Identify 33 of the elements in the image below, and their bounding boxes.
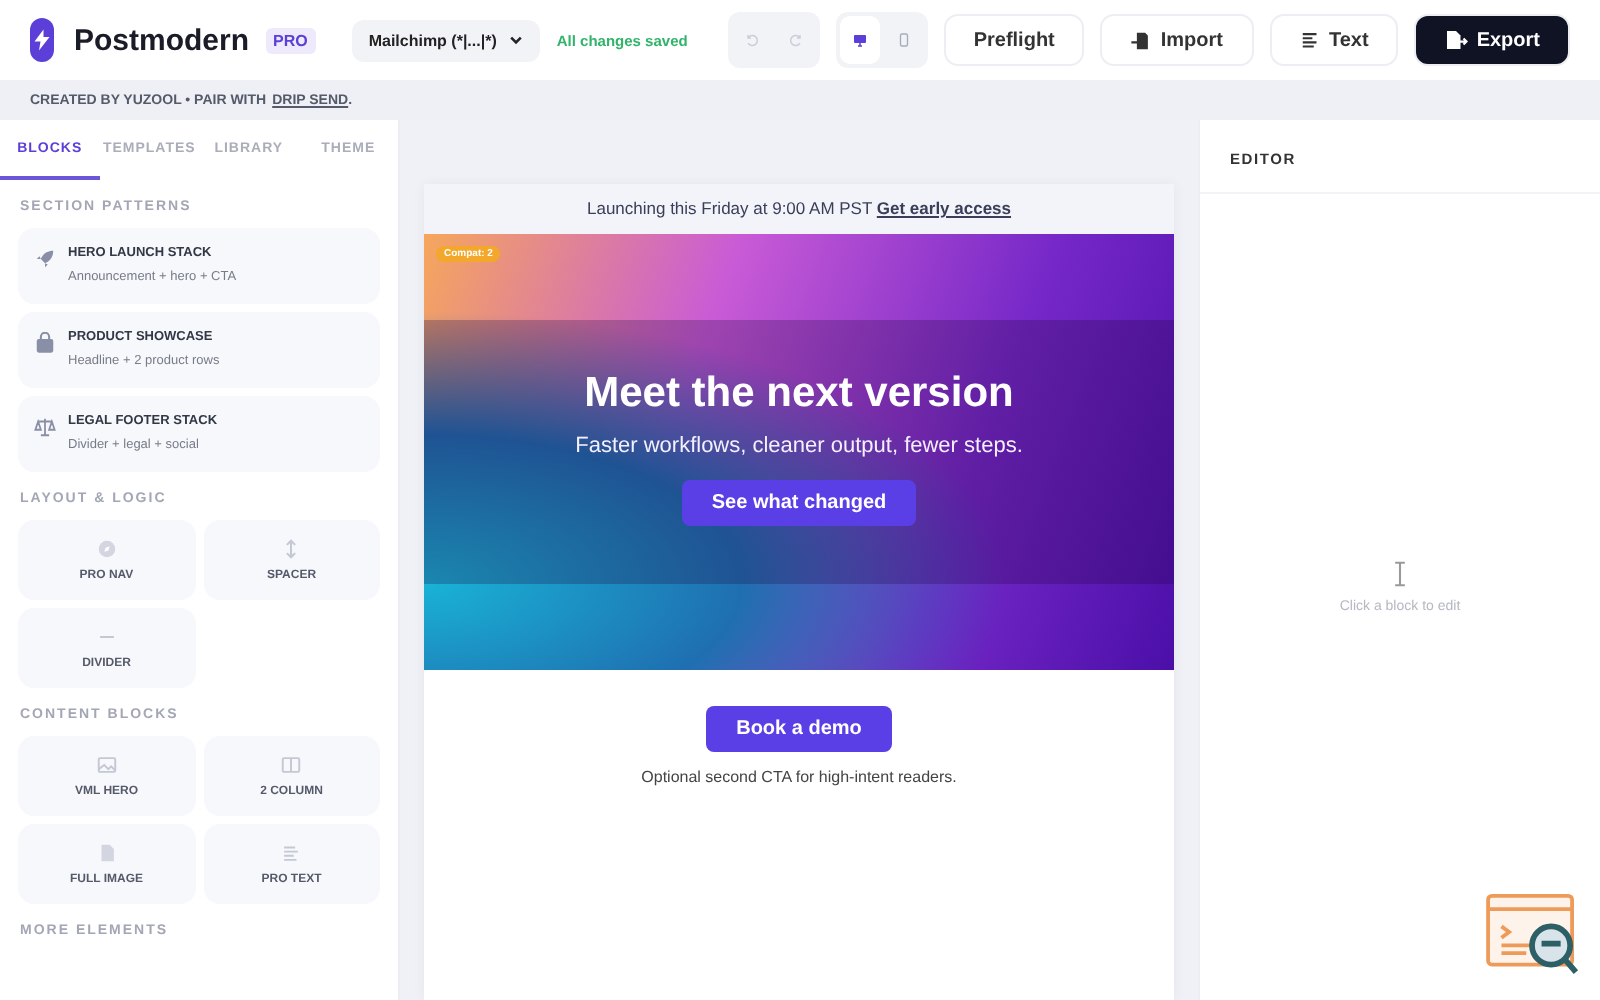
- image-icon: [95, 754, 118, 776]
- see-what-changed-button[interactable]: See what changed: [681, 480, 917, 526]
- monitor-icon: [851, 32, 868, 48]
- text-lines-icon: [1299, 29, 1321, 51]
- announcement-text: Launching this Friday at 9:00 AM PST: [586, 198, 873, 218]
- app-name: Postmodern: [74, 23, 250, 57]
- hero-subheading: Faster workflows, cleaner output, fewer steps.: [575, 434, 1023, 458]
- bolt-logo-icon: [30, 18, 54, 62]
- import-button[interactable]: Import: [1100, 14, 1253, 66]
- scale-icon: [34, 416, 56, 438]
- compass-icon: [95, 538, 118, 560]
- desktop-view-button[interactable]: [839, 16, 880, 64]
- redo-icon: [787, 32, 804, 48]
- export-button[interactable]: Export: [1414, 14, 1570, 66]
- hero-heading: Meet the next version: [584, 370, 1014, 418]
- chevron-down-icon: [508, 32, 525, 48]
- file-import-icon: [1130, 29, 1153, 51]
- rocket-icon: [34, 248, 56, 270]
- two-column-icon: [280, 754, 303, 776]
- file-export-icon: [1444, 28, 1469, 52]
- early-access-link[interactable]: Get early access: [876, 198, 1012, 218]
- undo-icon: [743, 32, 760, 48]
- text-cursor-icon: [1392, 560, 1408, 588]
- phone-icon: [895, 32, 912, 48]
- plan-badge: PRO: [265, 27, 316, 53]
- cta-note: Optional second CTA for high-intent readers.: [641, 768, 957, 786]
- esp-select[interactable]: Mailchimp (*|...|*): [352, 19, 541, 61]
- text-button[interactable]: Text: [1269, 14, 1399, 66]
- book-demo-button[interactable]: Book a demo: [706, 706, 892, 752]
- bag-icon: [34, 332, 56, 354]
- preflight-button[interactable]: Preflight: [943, 14, 1085, 66]
- browser-magnifier-icon[interactable]: [1484, 892, 1580, 976]
- text-lines-icon: [280, 842, 303, 864]
